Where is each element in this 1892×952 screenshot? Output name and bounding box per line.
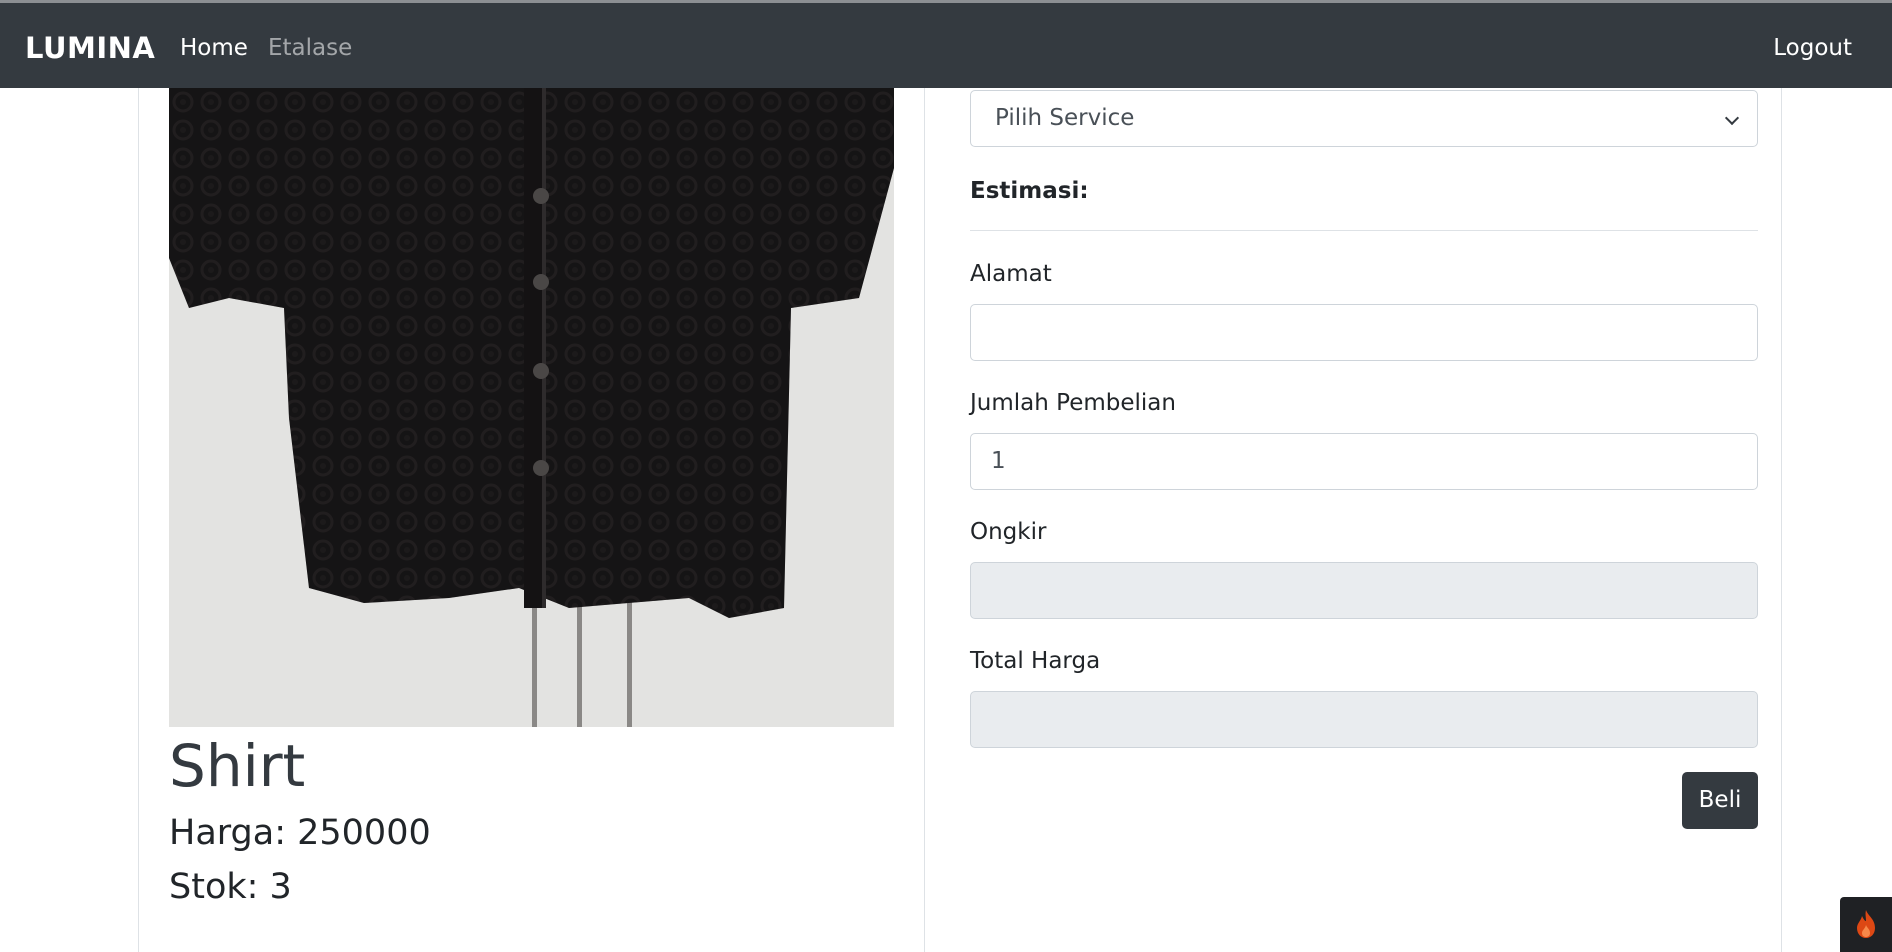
navbar: LUMINA Home Etalase Logout [0, 3, 1892, 88]
nav-etalase-link[interactable]: Etalase [268, 35, 352, 61]
beli-button[interactable]: Beli [1682, 772, 1758, 829]
product-price: Harga: 250000 [169, 813, 431, 853]
jumlah-input[interactable]: 1 [970, 433, 1758, 490]
service-select[interactable]: Pilih Service [970, 90, 1758, 147]
logout-link[interactable]: Logout [1773, 35, 1852, 61]
ongkir-input [970, 562, 1758, 619]
alamat-label: Alamat [970, 261, 1052, 287]
product-image [169, 88, 894, 727]
total-harga-label: Total Harga [970, 648, 1101, 674]
nav-home-link[interactable]: Home [180, 35, 248, 61]
alamat-input[interactable] [970, 304, 1758, 361]
ongkir-label: Ongkir [970, 519, 1047, 545]
flame-icon [1857, 910, 1875, 938]
column-divider [924, 88, 925, 952]
brand-logo[interactable]: LUMINA [25, 31, 155, 65]
total-harga-input [970, 691, 1758, 748]
product-stock: Stok: 3 [169, 867, 292, 907]
product-title: Shirt [169, 732, 306, 800]
debug-toolbar-button[interactable] [1840, 897, 1892, 952]
service-select-value: Pilih Service [995, 105, 1135, 131]
chevron-down-icon [1724, 110, 1740, 126]
estimasi-label: Estimasi: [970, 178, 1089, 204]
form-divider [970, 230, 1758, 231]
jumlah-label: Jumlah Pembelian [970, 390, 1176, 416]
